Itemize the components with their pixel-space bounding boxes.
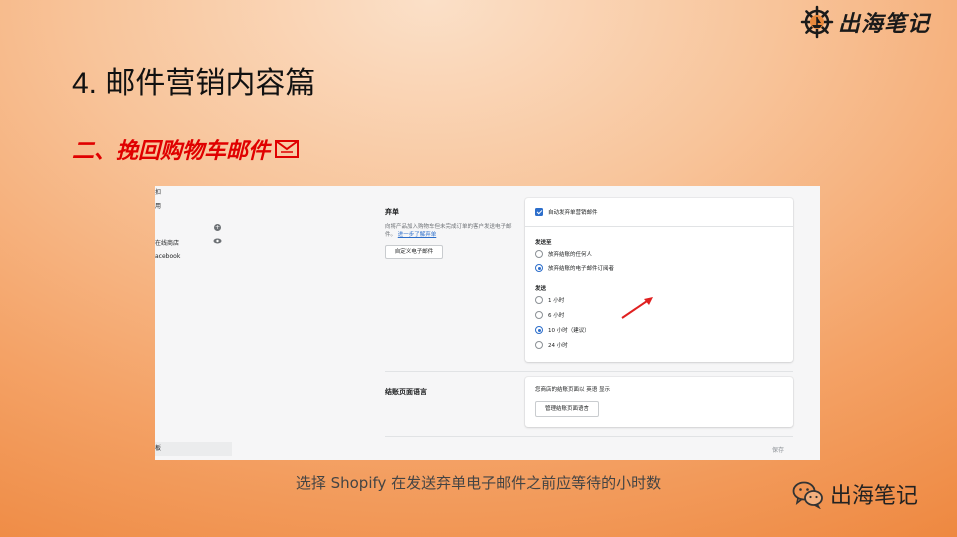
send-after-option[interactable]: 1 小时: [535, 296, 564, 304]
wechat-account-name: 出海笔记: [830, 484, 919, 509]
abandoned-description: 向将产品加入购物车但未完成订单的客户发送电子邮件。 进一步了解弃单: [385, 223, 520, 239]
send-to-option[interactable]: 放弃结账的电子邮件订阅者: [535, 264, 614, 272]
send-after-option[interactable]: 24 小时: [535, 341, 568, 349]
section-divider: [385, 371, 793, 372]
add-channel-icon[interactable]: +: [214, 224, 221, 231]
wechat-brand: 出海笔记: [792, 478, 918, 510]
radio-label: 1 小时: [548, 298, 565, 304]
abandoned-section-title: 弃单: [385, 208, 399, 216]
radio-button[interactable]: [535, 296, 543, 304]
checkout-language-title: 结账页面语言: [385, 388, 427, 396]
sidebar-footer-label: 板: [155, 445, 162, 452]
admin-sidebar: 扣 用 + 在线商店 acebook 板: [155, 186, 232, 460]
manage-checkout-language-button[interactable]: 管理结账页面语言: [535, 401, 599, 417]
radio-label: 10 小时（建议）: [548, 328, 590, 334]
customize-email-button[interactable]: 自定义电子邮件: [385, 245, 443, 259]
sidebar-footer[interactable]: 板: [155, 442, 232, 456]
sidebar-item-facebook[interactable]: acebook: [155, 253, 180, 260]
send-after-label: 发送: [535, 286, 547, 292]
slide-subtitle-text: 二、挽回购物车邮件: [72, 139, 271, 164]
sidebar-item[interactable]: 扣: [155, 187, 161, 196]
radio-label: 24 小时: [548, 343, 568, 349]
auto-send-checkbox-row[interactable]: 自动发弃单营销邮件: [535, 208, 598, 216]
checkout-language-description: 您商店的结账页面以 英语 显示: [535, 387, 610, 393]
annotation-arrow-icon: [621, 297, 653, 319]
abandoned-settings-card: 自动发弃单营销邮件 发送至 放弃结账的任何人 放弃结账的电子邮件订阅者 发送 1…: [525, 198, 793, 362]
checkout-language-card: 您商店的结账页面以 英语 显示 管理结账页面语言: [525, 377, 793, 427]
shopify-settings-screenshot: 扣 用 + 在线商店 acebook 板 弃单 向将产品加入购物车但未完成订单的…: [155, 186, 820, 460]
radio-button-selected[interactable]: [535, 264, 543, 272]
radio-label: 6 小时: [548, 313, 565, 319]
radio-button[interactable]: [535, 311, 543, 319]
radio-button[interactable]: [535, 341, 543, 349]
radio-label: 放弃结账的电子邮件订阅者: [548, 266, 615, 272]
send-after-option[interactable]: 10 小时（建议）: [535, 326, 590, 334]
ship-wheel-icon: [800, 5, 834, 39]
sidebar-item[interactable]: 用: [155, 201, 161, 210]
auto-send-label: 自动发弃单营销邮件: [548, 210, 598, 216]
radio-button-selected[interactable]: [535, 326, 543, 334]
sidebar-item-online-store[interactable]: 在线商店: [155, 238, 179, 247]
send-to-label: 发送至: [535, 240, 552, 246]
auto-send-checkbox[interactable]: [535, 208, 543, 216]
send-to-option[interactable]: 放弃结账的任何人: [535, 250, 592, 258]
radio-label: 放弃结账的任何人: [548, 252, 593, 258]
section-divider: [385, 436, 793, 437]
slide-title: 4. 邮件营销内容篇: [72, 67, 316, 100]
eye-icon[interactable]: [213, 238, 222, 244]
slide-subtitle: 二、挽回购物车邮件: [72, 133, 300, 165]
envelope-icon: [275, 140, 300, 158]
send-after-option[interactable]: 6 小时: [535, 311, 564, 319]
radio-button[interactable]: [535, 250, 543, 258]
wechat-icon: [792, 481, 823, 509]
brand-logo-text: 出海笔记: [838, 11, 931, 37]
save-button[interactable]: 保存: [772, 445, 784, 454]
brand-logo: 出海笔记: [800, 4, 950, 40]
card-divider: [525, 226, 793, 227]
learn-more-link[interactable]: 进一步了解弃单: [398, 232, 437, 238]
